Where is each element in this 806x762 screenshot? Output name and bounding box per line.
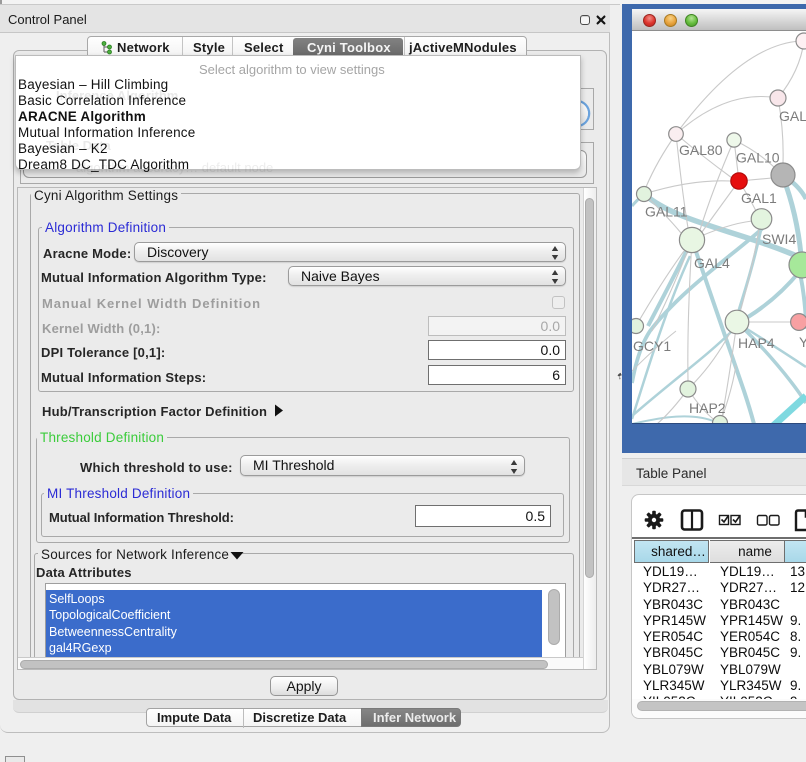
svg-text:GAL1: GAL1 [741,190,777,206]
svg-text:GCY1: GCY1 [633,338,671,354]
svg-text:GAL10: GAL10 [736,150,780,166]
svg-text:GAL4: GAL4 [779,108,806,124]
svg-text:SWI4: SWI4 [762,231,796,247]
svg-text:Y: Y [799,334,806,350]
svg-text:HAP2: HAP2 [689,400,726,416]
svg-text:GAL4: GAL4 [694,255,730,271]
svg-text:HAP4: HAP4 [738,335,775,351]
svg-text:GAL11: GAL11 [645,204,688,220]
svg-text:GAL80: GAL80 [679,142,723,158]
